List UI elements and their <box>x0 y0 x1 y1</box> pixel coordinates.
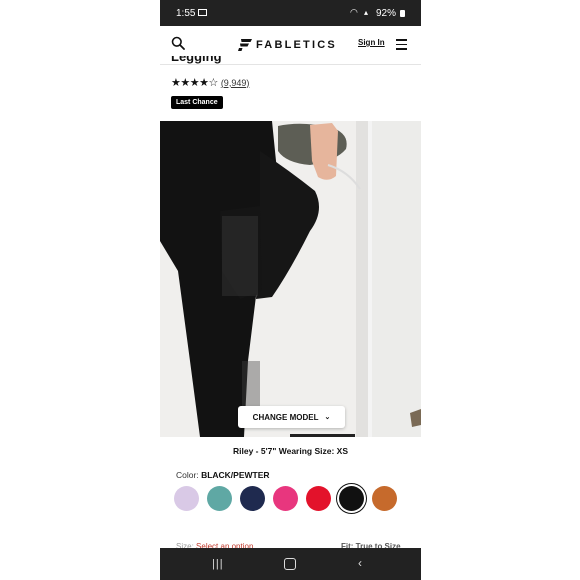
product-image-carousel[interactable]: CHANGE MODEL ⌄ <box>160 121 421 437</box>
last-chance-badge: Last Chance <box>171 96 223 109</box>
carousel-progress-indicator <box>290 434 355 437</box>
model-size-info: Riley - 5'7" Wearing Size: XS <box>232 446 348 456</box>
signal-icon: ▴ <box>364 8 369 17</box>
color-swatch[interactable] <box>273 486 298 511</box>
color-selection-label: Color: BLACK/PEWTER <box>176 470 270 480</box>
product-rating[interactable]: ★★★★☆ (9,949) <box>171 76 249 89</box>
brand-name: FABLETICS <box>256 39 337 51</box>
sign-in-link[interactable]: Sign In <box>358 38 385 47</box>
review-count-link[interactable]: (9,949) <box>221 78 250 88</box>
selected-color-name: BLACK/PEWTER <box>201 470 270 480</box>
status-time: 1:55 <box>176 8 196 19</box>
color-swatch[interactable] <box>240 486 265 511</box>
change-model-button[interactable]: CHANGE MODEL ⌄ <box>238 406 345 428</box>
back-icon[interactable]: ‹ <box>358 556 362 570</box>
color-swatch[interactable] <box>207 486 232 511</box>
status-bar: 1:55 ◠ ▴ 92% <box>160 0 421 26</box>
home-icon[interactable] <box>284 558 296 570</box>
recent-apps-icon[interactable]: ||| <box>212 558 224 570</box>
brand-logo[interactable]: FABLETICS <box>238 37 337 53</box>
product-photo-next <box>372 121 421 437</box>
android-nav-bar: ||| ‹ <box>160 548 421 580</box>
change-model-label: CHANGE MODEL <box>252 412 319 422</box>
chevron-down-icon: ⌄ <box>324 414 331 421</box>
product-photo-legging <box>160 121 368 437</box>
rating-stars-icon: ★★★★☆ <box>171 77 218 89</box>
battery-level: 92% <box>376 8 397 19</box>
color-swatch[interactable] <box>306 486 331 511</box>
phone-screen: 1:55 ◠ ▴ 92% FABLETICS Sign In Legging ★… <box>160 0 421 580</box>
fabletics-logo-icon <box>238 39 252 51</box>
color-swatch[interactable] <box>339 486 364 511</box>
battery-icon <box>400 10 405 17</box>
color-swatch[interactable] <box>372 486 397 511</box>
product-title: Legging <box>171 56 222 64</box>
hamburger-menu-icon[interactable] <box>396 39 407 50</box>
wifi-icon: ◠ <box>350 7 358 17</box>
search-icon[interactable] <box>171 36 185 50</box>
color-swatch[interactable] <box>174 486 199 511</box>
gallery-notification-icon <box>198 9 207 16</box>
